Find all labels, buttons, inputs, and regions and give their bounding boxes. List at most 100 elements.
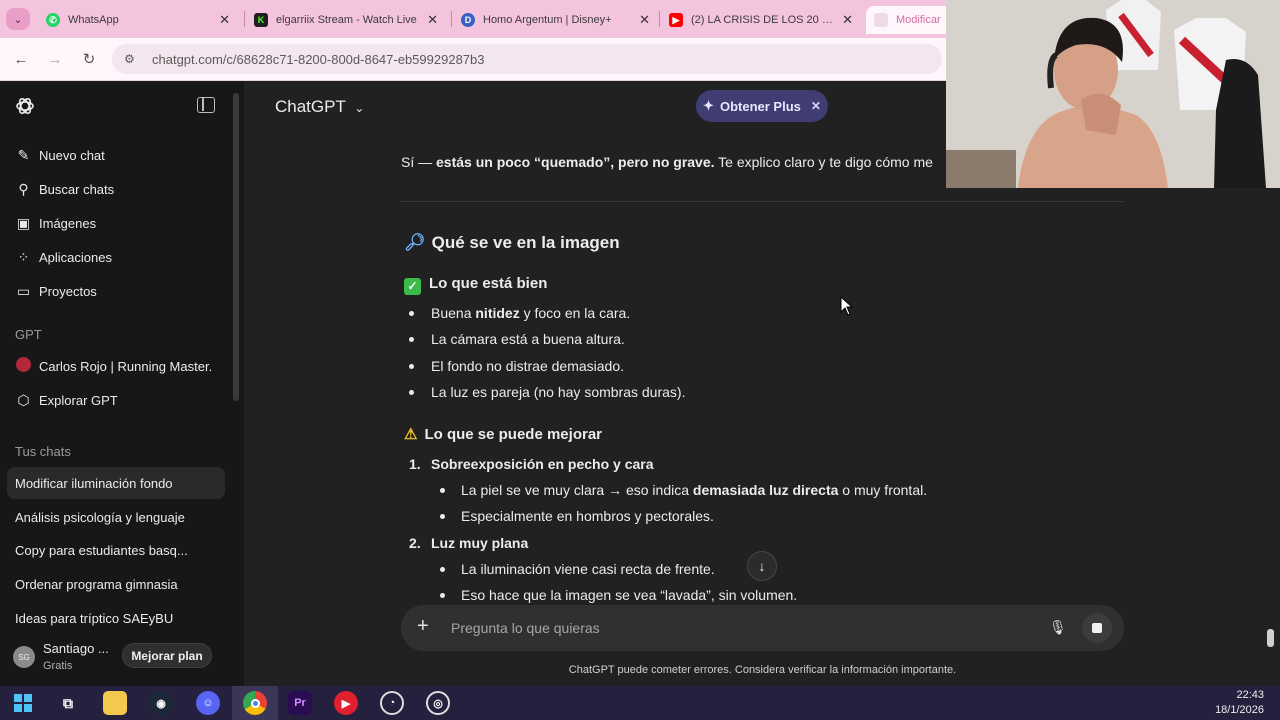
scroll-to-bottom-button[interactable]: ↓ [747, 551, 777, 581]
discord-icon[interactable]: ☺ [196, 691, 220, 715]
tab-title: elgarriix Stream - Watch Live [276, 14, 417, 26]
site-settings-icon[interactable]: ⚙ [124, 52, 140, 66]
get-plus-label: Obtener Plus [719, 98, 801, 114]
sidebar-item-search-chats[interactable]: ⚲ Buscar chats [8, 173, 224, 205]
assistant-intro: Sí — estás un poco “quemado”, pero no gr… [401, 154, 933, 170]
file-explorer-icon[interactable] [103, 691, 127, 715]
chrome-icon[interactable] [243, 691, 267, 715]
bullet [409, 337, 414, 342]
address-bar[interactable]: ⚙ chatgpt.com/c/68628c71-8200-800d-8647-… [112, 44, 942, 74]
chat-history-item[interactable]: Modificar iluminación fondo [7, 467, 225, 499]
user-account-row[interactable]: SG Santiago ... Gratis Mejorar plan [0, 636, 244, 686]
tab-search-dropdown-icon[interactable]: ⌄ [6, 8, 30, 30]
list-item: La luz es pareja (no hay sombras duras). [431, 384, 686, 400]
tab-disney[interactable]: D Homo Argentum | Disney+ ✕ [453, 6, 658, 34]
sidebar-item-carlos-rojo-gpt[interactable]: Carlos Rojo | Running Master. [8, 350, 224, 382]
tab-youtube[interactable]: ▶ (2) LA CRISIS DE LOS 20 explicada ✕ [661, 6, 861, 34]
tab-kick-stream[interactable]: K elgarriix Stream - Watch Live ✕ [246, 6, 446, 34]
steam-icon[interactable]: ◉ [149, 691, 173, 715]
gpt-avatar-icon [15, 357, 32, 375]
chat-history-item[interactable]: Copy para estudiantes basq... [7, 534, 225, 566]
list-number: 1. [409, 456, 421, 472]
openai-logo-icon[interactable] [14, 95, 36, 117]
add-attachment-icon[interactable]: + [417, 615, 429, 638]
close-tab-icon[interactable]: ✕ [427, 12, 438, 28]
list-item: La iluminación viene casi recta de frent… [461, 561, 715, 577]
close-tab-icon[interactable]: ✕ [639, 12, 650, 28]
chatgpt-icon [874, 13, 888, 27]
chats-section-heading: Tus chats [15, 444, 71, 459]
close-tab-icon[interactable]: ✕ [842, 12, 853, 28]
url-text[interactable]: chatgpt.com/c/68628c71-8200-800d-8647-eb… [152, 52, 484, 67]
sidebar-item-explore-gpt[interactable]: ⬡ Explorar GPT [8, 384, 224, 416]
task-view-icon[interactable]: ⧉ [56, 691, 80, 715]
section-heading: 🔎︎ Qué se ve en la imagen [404, 233, 620, 252]
check-mark-icon: ✓ [404, 278, 421, 295]
sidebar-item-new-chat[interactable]: ✎ Nuevo chat [8, 139, 224, 171]
tab-whatsapp[interactable]: ✆ WhatsApp ✕ [38, 6, 238, 34]
system-clock[interactable]: 22:43 18/1/2026 [1215, 688, 1264, 718]
model-name: ChatGPT [275, 97, 346, 116]
sidebar-scrollbar[interactable] [233, 93, 239, 401]
warning-icon: ⚠ [404, 426, 418, 443]
windows-taskbar: ⧉ ◉ ☺ Pr ▶ ◔ ◎ 22:43 18/1/2026 [0, 686, 1280, 720]
list-item: El fondo no distrae demasiado. [431, 358, 625, 374]
list-item: La piel se ve muy clara → eso indica dem… [461, 482, 928, 498]
tab-title: WhatsApp [68, 14, 119, 26]
tab-separator [451, 11, 452, 27]
images-icon: ▣ [16, 214, 31, 231]
close-icon[interactable]: ✕ [811, 99, 821, 113]
forward-arrow-icon[interactable]: → [44, 48, 66, 70]
bullet [440, 593, 445, 598]
sidebar-item-projects[interactable]: ▭ Proyectos [8, 275, 224, 307]
premiere-pro-icon[interactable]: Pr [288, 691, 312, 715]
get-plus-button[interactable]: ✦ Obtener Plus ✕ [696, 90, 828, 122]
chat-history-item[interactable]: Ideas para tríptico SAEyBU [7, 602, 225, 634]
disney-icon: D [461, 13, 475, 27]
back-arrow-icon[interactable]: ← [10, 48, 32, 70]
media-player-icon[interactable]: ▶ [334, 691, 358, 715]
mouse-cursor-icon [840, 295, 854, 321]
sparkle-icon: ✦ [703, 98, 714, 113]
bullet [409, 311, 414, 316]
sidebar-item-images[interactable]: ▣ Imágenes [8, 207, 224, 239]
app-icon[interactable]: ◎ [426, 691, 450, 715]
tab-title: Modificar [896, 14, 941, 26]
composer[interactable]: + Pregunta lo que quieras 🎙︎ [401, 605, 1124, 651]
tab-chatgpt-active[interactable]: Modificar [866, 6, 956, 34]
chat-history-item[interactable]: Ordenar programa gimnasia [7, 568, 225, 600]
user-name: Santiago ... [43, 641, 109, 656]
list-item: La cámara está a buena altura. [431, 331, 625, 347]
windows-start-icon[interactable] [11, 691, 35, 715]
microphone-icon[interactable]: 🎙︎ [1049, 619, 1067, 636]
avatar[interactable]: SG [13, 646, 35, 668]
list-number: 2. [409, 535, 421, 551]
divider [401, 201, 1124, 202]
tab-title: (2) LA CRISIS DE LOS 20 explicada [691, 14, 836, 26]
upgrade-plan-button[interactable]: Mejorar plan [122, 643, 212, 668]
apps-icon: ⁘ [17, 248, 30, 265]
toggle-sidebar-icon[interactable] [197, 97, 215, 113]
prompt-input[interactable]: Pregunta lo que quieras [451, 620, 600, 636]
close-tab-icon[interactable]: ✕ [219, 12, 230, 28]
chevron-down-icon: ⌄ [354, 101, 365, 115]
sidebar-item-label: Explorar GPT [39, 392, 118, 408]
reload-icon[interactable]: ↻ [78, 48, 100, 70]
list-item: Eso hace que la imagen se vea “lavada”, … [461, 587, 798, 603]
sidebar-item-label: Carlos Rojo | Running Master. [39, 358, 213, 374]
stop-generating-button[interactable] [1082, 613, 1112, 643]
chat-history-item[interactable]: Análisis psicología y lenguaje [7, 501, 225, 533]
list-item: Buena nitidez y foco en la cara. [431, 305, 631, 321]
webcam-overlay [946, 0, 1280, 188]
model-selector[interactable]: ChatGPT ⌄ [275, 97, 364, 117]
arrow-down-icon: ↓ [758, 558, 766, 574]
sidebar-item-label: Aplicaciones [39, 249, 112, 265]
sidebar-item-apps[interactable]: ⁘ Aplicaciones [8, 241, 224, 273]
bullet [440, 567, 445, 572]
main-scrollbar[interactable] [1267, 629, 1274, 647]
sidebar-item-label: Imágenes [39, 215, 97, 231]
obs-icon[interactable]: ◔ [380, 691, 404, 715]
disclaimer-text: ChatGPT puede cometer errores. Considera… [568, 664, 957, 676]
good-heading: ✓ Lo que está bien [404, 275, 547, 295]
new-chat-icon: ✎ [17, 146, 30, 163]
